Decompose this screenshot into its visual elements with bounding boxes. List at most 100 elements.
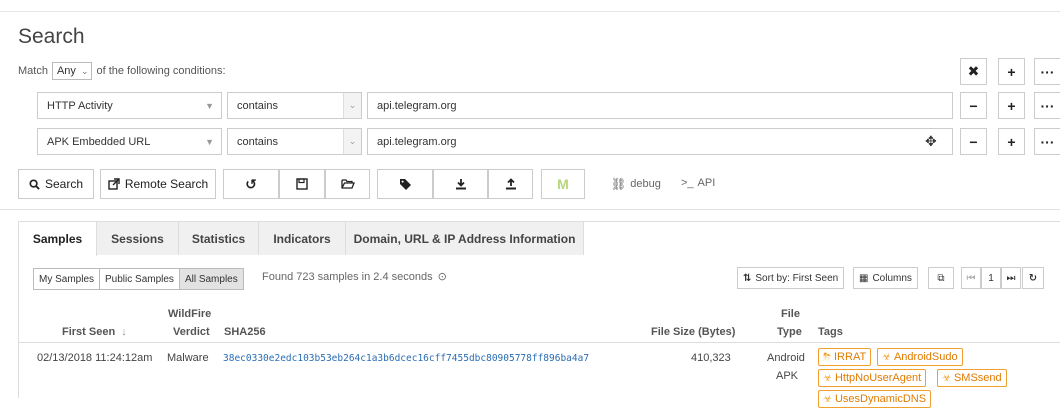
crosshair-icon[interactable]: ✥ bbox=[925, 133, 937, 150]
page-number[interactable]: 1 bbox=[981, 267, 1001, 289]
m-logo-icon: M bbox=[557, 176, 569, 192]
scope-my-samples[interactable]: My Samples bbox=[34, 269, 101, 289]
cell-sha256-link[interactable]: 38ec0330e2edc103b53eb264c1a3b6dcec16cff7… bbox=[223, 353, 589, 364]
match-suffix: of the following conditions: bbox=[96, 65, 226, 77]
results-summary: Found 723 samples in 2.4 seconds ⊙ bbox=[262, 270, 447, 283]
last-page-icon: ⏭ bbox=[1006, 272, 1016, 284]
refresh-button[interactable]: ↻ bbox=[1022, 267, 1044, 289]
open-external-button[interactable]: ⧉ bbox=[928, 267, 954, 289]
tab-statistics[interactable]: Statistics bbox=[179, 222, 259, 255]
tag-badge[interactable]: ⛈ IRRAT bbox=[818, 348, 872, 366]
results-count: Found 723 samples in 2.4 seconds bbox=[262, 271, 433, 283]
top-divider bbox=[0, 11, 1060, 12]
section-divider bbox=[0, 209, 1060, 210]
condition-operator-value: contains bbox=[237, 99, 278, 112]
chevron-down-icon: ⌄ bbox=[80, 65, 89, 76]
condition-field-select[interactable]: HTTP Activity ▼ bbox=[37, 92, 222, 119]
export-button[interactable] bbox=[433, 169, 488, 199]
col-sha256[interactable]: SHA256 bbox=[224, 326, 266, 338]
col-file-type-line2: Type bbox=[777, 326, 802, 338]
terminal-icon: >_ bbox=[681, 177, 694, 189]
clear-all-button[interactable]: ✖ bbox=[960, 58, 987, 85]
remove-condition-button[interactable]: − bbox=[960, 128, 987, 155]
api-link[interactable]: >_ API bbox=[681, 177, 715, 189]
minus-icon: − bbox=[969, 97, 978, 114]
minus-icon: − bbox=[969, 133, 978, 150]
debug-link[interactable]: ⛓ debug bbox=[611, 177, 661, 191]
first-page-button[interactable]: ⏮ bbox=[961, 267, 981, 289]
row-divider bbox=[19, 342, 1060, 343]
scope-all-samples[interactable]: All Samples bbox=[179, 269, 243, 289]
condition-value-text: api.telegram.org bbox=[377, 135, 457, 148]
chevron-down-icon: ⌄ bbox=[343, 129, 361, 154]
tab-sessions[interactable]: Sessions bbox=[97, 222, 179, 255]
columns-label: Columns bbox=[872, 272, 912, 284]
more-options-button[interactable]: ··· bbox=[1034, 92, 1060, 119]
condition-value-text: api.telegram.org bbox=[377, 99, 457, 112]
tab-samples[interactable]: Samples bbox=[19, 222, 97, 256]
tag-label: IRRAT bbox=[834, 351, 867, 363]
col-file-size[interactable]: File Size (Bytes) bbox=[651, 326, 735, 338]
biohazard-icon: ☣ bbox=[882, 351, 891, 363]
condition-value-input[interactable]: api.telegram.org bbox=[367, 128, 953, 155]
table-icon: ▦ bbox=[859, 272, 869, 284]
tab-indicators[interactable]: Indicators bbox=[259, 222, 346, 255]
sort-button[interactable]: ⇅ Sort by: First Seen bbox=[737, 267, 845, 289]
scope-public-samples[interactable]: Public Samples bbox=[100, 269, 180, 289]
columns-button[interactable]: ▦ Columns bbox=[853, 267, 918, 289]
tag-button[interactable] bbox=[377, 169, 433, 199]
tag-label: UsesDynamicDNS bbox=[834, 393, 927, 405]
tag-label: HttpNoUserAgent bbox=[834, 372, 922, 384]
search-button[interactable]: Search bbox=[18, 169, 94, 199]
condition-value-input[interactable]: api.telegram.org bbox=[367, 92, 953, 119]
arrow-down-icon: ↓ bbox=[121, 326, 127, 338]
ellipsis-icon: ··· bbox=[1040, 63, 1055, 80]
cell-first-seen: 02/13/2018 11:24:12am bbox=[37, 352, 153, 364]
sort-label: Sort by: First Seen bbox=[755, 272, 839, 284]
first-page-icon: ⏮ bbox=[966, 272, 976, 284]
sample-scope-toggle: My Samples Public Samples All Samples bbox=[33, 268, 244, 290]
match-mode-select[interactable]: Any ⌄ bbox=[51, 62, 93, 80]
condition-operator-select[interactable]: contains ⌄ bbox=[227, 92, 362, 119]
last-page-button[interactable]: ⏭ bbox=[1001, 267, 1021, 289]
tag-badge[interactable]: ☣ SMSsend bbox=[937, 369, 1007, 387]
biohazard-icon: ☣ bbox=[823, 372, 832, 384]
more-options-button[interactable]: ··· bbox=[1034, 128, 1060, 155]
cell-file-type-line2: APK bbox=[776, 370, 799, 382]
open-button[interactable] bbox=[325, 169, 370, 199]
tab-domain-url-ip[interactable]: Domain, URL & IP Address Information bbox=[346, 222, 584, 255]
add-condition-button[interactable]: + bbox=[998, 92, 1025, 119]
highlight-button[interactable]: M bbox=[541, 169, 585, 199]
save-button[interactable] bbox=[279, 169, 325, 199]
history-button[interactable]: ↺ bbox=[223, 169, 279, 199]
add-condition-button[interactable]: + bbox=[998, 58, 1025, 85]
search-button-label: Search bbox=[44, 177, 84, 191]
tag-badge[interactable]: ☣ UsesDynamicDNS bbox=[818, 390, 932, 408]
remove-condition-button[interactable]: − bbox=[960, 92, 987, 119]
tag-label: SMSsend bbox=[953, 372, 1002, 384]
undo-icon: ↺ bbox=[245, 175, 257, 192]
col-first-seen[interactable]: First Seen ↓ bbox=[62, 326, 127, 338]
search-icon bbox=[29, 178, 40, 190]
external-link-icon: ⧉ bbox=[937, 272, 945, 284]
tag-badge[interactable]: ☣ HttpNoUserAgent bbox=[818, 369, 927, 387]
download-icon bbox=[455, 178, 467, 190]
page-title: Search bbox=[18, 25, 85, 48]
add-condition-button[interactable]: + bbox=[998, 128, 1025, 155]
col-file-type-line1: File bbox=[781, 308, 800, 320]
col-verdict-line2: Verdict bbox=[173, 326, 210, 338]
api-label: API bbox=[697, 177, 716, 189]
tag-badge[interactable]: ☣ AndroidSudo bbox=[877, 348, 963, 366]
results-panel: Samples Sessions Statistics Indicators D… bbox=[18, 221, 1060, 408]
condition-field-select[interactable]: APK Embedded URL ▼ bbox=[37, 128, 222, 155]
import-button[interactable] bbox=[488, 169, 533, 199]
plus-icon: + bbox=[1007, 63, 1016, 80]
condition-operator-select[interactable]: contains ⌄ bbox=[227, 128, 362, 155]
clock-icon: ⊙ bbox=[437, 271, 447, 283]
cell-verdict: Malware bbox=[167, 352, 209, 364]
plus-icon: + bbox=[1007, 97, 1016, 114]
save-icon bbox=[296, 178, 308, 190]
remote-search-button[interactable]: Remote Search bbox=[100, 169, 216, 199]
more-options-button[interactable]: ··· bbox=[1034, 58, 1060, 85]
condition-field-value: APK Embedded URL bbox=[47, 135, 151, 148]
